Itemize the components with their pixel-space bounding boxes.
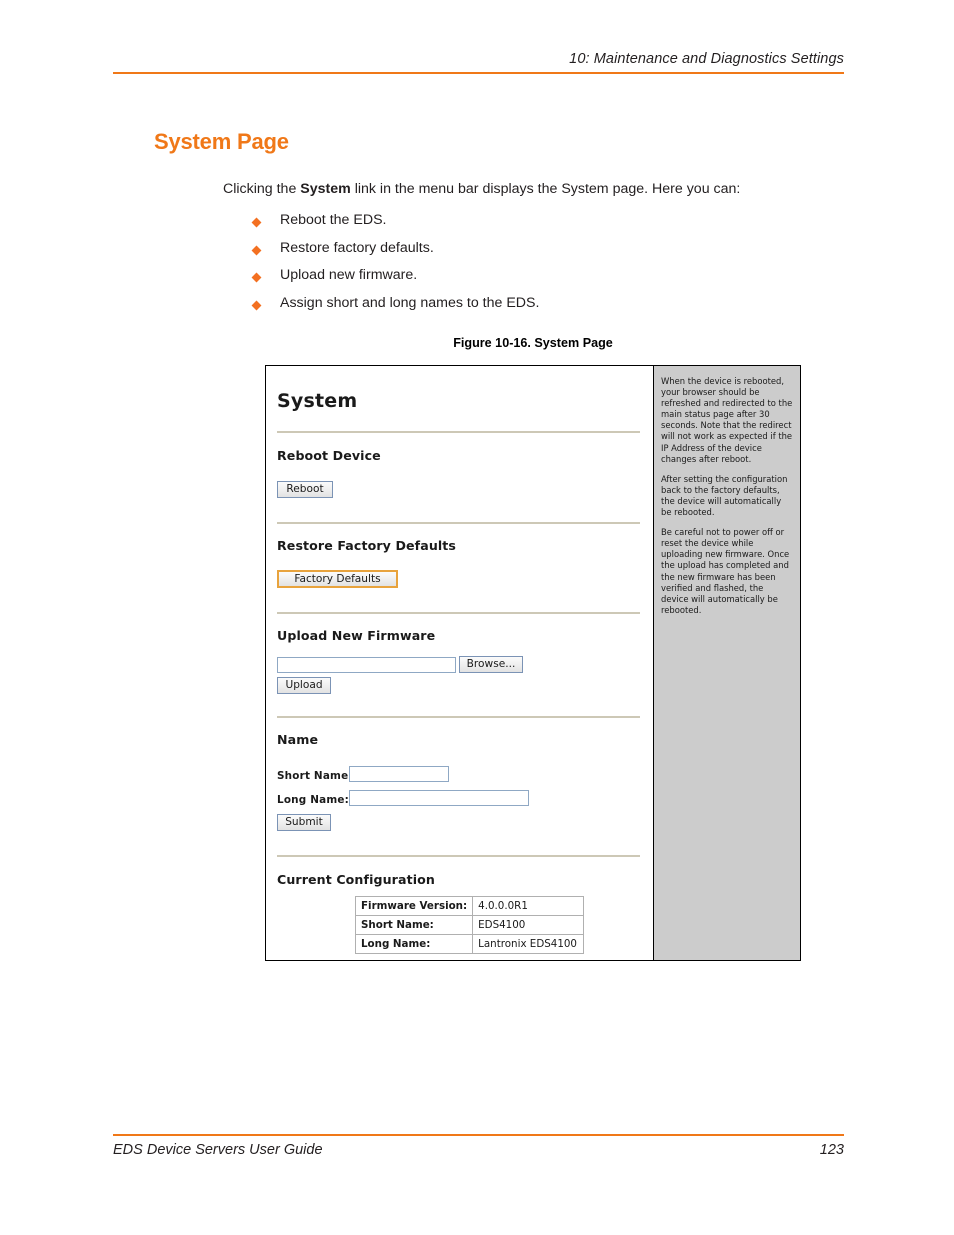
figure-system-page-screenshot: System Reboot Device Reboot Restore Fact… — [265, 365, 801, 961]
capability-bullet-list: Reboot the EDS. Restore factory defaults… — [251, 212, 833, 323]
table-cell-key: Long Name: — [354, 934, 474, 954]
table-row: Firmware Version: 4.0.0.0R1 — [354, 896, 585, 916]
current-configuration-heading: Current Configuration — [277, 872, 435, 887]
table-cell-value: Lantronix EDS4100 — [472, 934, 585, 954]
list-item-label: Assign short and long names to the EDS. — [280, 294, 540, 311]
factory-defaults-button[interactable]: Factory Defaults — [277, 570, 398, 588]
intro-bold-term: System — [300, 181, 351, 197]
intro-prefix: Clicking the — [223, 181, 301, 197]
embedded-page-title: System — [277, 390, 358, 412]
table-row: Short Name: EDS4100 — [354, 915, 585, 935]
divider — [277, 716, 640, 718]
list-item: Reboot the EDS. — [251, 212, 833, 240]
list-item: Assign short and long names to the EDS. — [251, 294, 833, 323]
table-row: Long Name: Lantronix EDS4100 — [354, 934, 585, 954]
browse-button[interactable]: Browse... — [459, 656, 523, 673]
restore-factory-defaults-heading: Restore Factory Defaults — [277, 538, 457, 553]
page-number: 123 — [819, 1141, 844, 1158]
list-item-label: Reboot the EDS. — [280, 212, 387, 228]
reboot-device-heading: Reboot Device — [277, 448, 381, 463]
list-item-label: Upload new firmware. — [280, 267, 418, 283]
table-cell-value: EDS4100 — [472, 915, 585, 935]
header-rule — [113, 72, 844, 74]
upload-button[interactable]: Upload — [277, 677, 331, 694]
divider — [277, 431, 640, 433]
embedded-ui-main-pane: System Reboot Device Reboot Restore Fact… — [266, 366, 652, 960]
current-configuration-table: Firmware Version: 4.0.0.0R1 Short Name: … — [354, 896, 585, 954]
table-cell-key: Firmware Version: — [354, 896, 474, 916]
diamond-bullet-icon — [251, 245, 262, 255]
list-item: Restore factory defaults. — [251, 239, 833, 268]
table-cell-key: Short Name: — [354, 915, 474, 935]
list-item: Upload new firmware. — [251, 267, 833, 295]
divider — [277, 855, 640, 857]
reboot-button[interactable]: Reboot — [277, 481, 333, 498]
list-item-label: Restore factory defaults. — [280, 239, 434, 256]
diamond-bullet-icon — [251, 217, 262, 228]
help-paragraph: When the device is rebooted, your browse… — [661, 376, 793, 464]
long-name-input[interactable] — [349, 790, 529, 806]
help-paragraph: Be careful not to power off or reset the… — [661, 527, 790, 615]
divider — [277, 522, 640, 524]
submit-button[interactable]: Submit — [277, 814, 331, 831]
name-heading: Name — [277, 732, 319, 747]
help-paragraph: After setting the configuration back to … — [661, 473, 788, 518]
table-cell-value: 4.0.0.0R1 — [472, 896, 585, 916]
firmware-file-input[interactable] — [277, 657, 456, 673]
intro-suffix: link in the menu bar displays the System… — [350, 181, 741, 197]
footer-document-title: EDS Device Servers User Guide — [113, 1141, 323, 1158]
page-running-header: 10: Maintenance and Diagnostics Settings — [113, 50, 844, 74]
figure-caption: Figure 10-16. System Page — [453, 336, 613, 350]
page-running-footer: EDS Device Servers User Guide 123 — [113, 1134, 844, 1158]
long-name-label: Long Name: — [277, 794, 349, 806]
diamond-bullet-icon — [251, 272, 262, 283]
embedded-ui-help-panel: When the device is rebooted, your browse… — [653, 366, 800, 960]
chapter-title: 10: Maintenance and Diagnostics Settings — [569, 51, 844, 67]
intro-paragraph: Clicking the System link in the menu bar… — [223, 180, 843, 199]
short-name-label: Short Name: — [277, 770, 353, 782]
upload-new-firmware-heading: Upload New Firmware — [277, 628, 436, 643]
short-name-input[interactable] — [349, 766, 449, 782]
divider — [277, 612, 640, 614]
page-title: System Page — [154, 129, 289, 154]
diamond-bullet-icon — [251, 300, 262, 310]
